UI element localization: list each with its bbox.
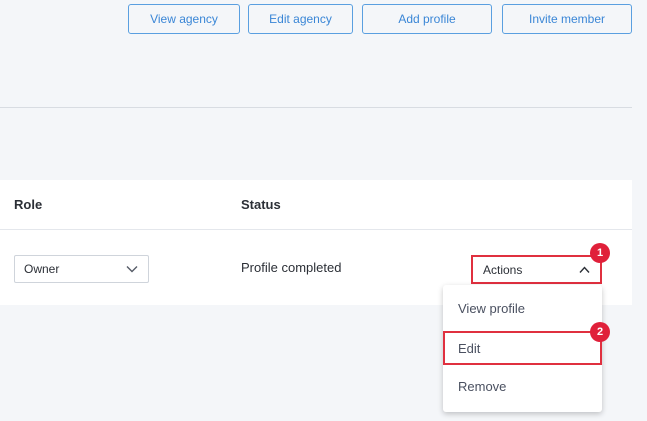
status-text: Profile completed [241,260,342,275]
annotation-badge-2: 2 [590,322,610,342]
column-header-status: Status [241,197,281,212]
table-header: Role Status [0,180,632,230]
column-header-role: Role [14,197,43,212]
invite-member-button[interactable]: Invite member [502,4,632,34]
section-divider [0,107,632,108]
top-toolbar: View agency Edit agency Add profile Invi… [0,0,647,40]
menu-item-remove[interactable]: Remove [443,369,602,403]
annotation-badge-1: 1 [590,243,610,263]
actions-dropdown-menu: View profile Edit Remove [443,285,602,412]
add-profile-button[interactable]: Add profile [362,4,492,34]
role-select[interactable]: Owner [14,255,149,283]
menu-item-edit[interactable]: Edit [443,331,602,365]
view-agency-button[interactable]: View agency [128,4,240,34]
chevron-down-icon [126,266,138,273]
role-select-value: Owner [24,262,60,276]
chevron-up-icon [579,266,590,273]
actions-button[interactable]: Actions [471,255,602,284]
edit-agency-button[interactable]: Edit agency [248,4,353,34]
menu-item-view-profile[interactable]: View profile [443,291,602,325]
actions-button-label: Actions [483,262,523,277]
